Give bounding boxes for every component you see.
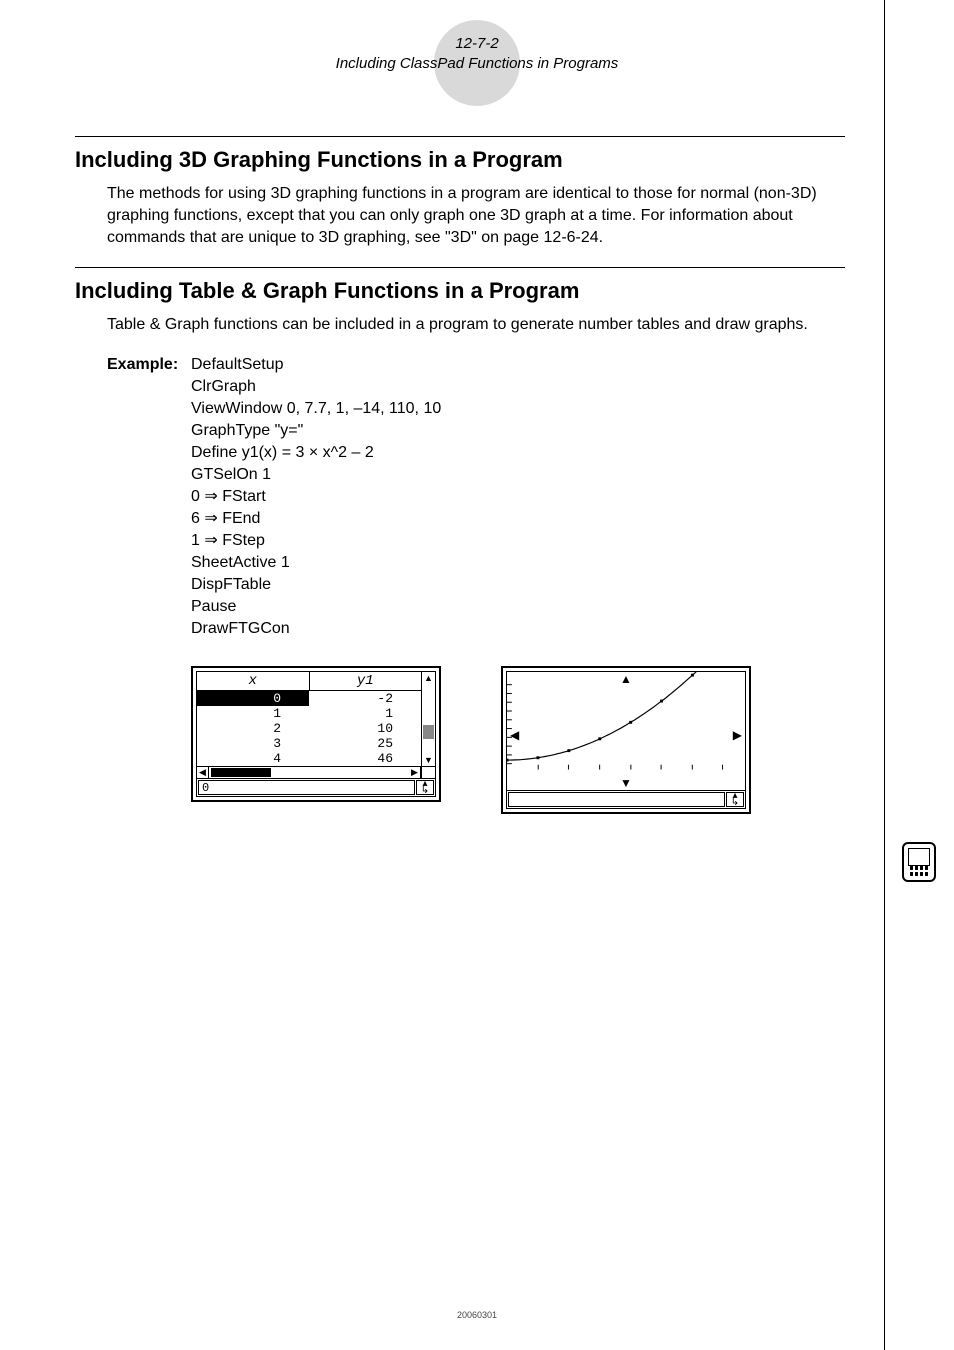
section-body-table-graph: Table & Graph functions can be included … — [107, 314, 845, 336]
page-right-rule — [884, 0, 885, 1350]
table-cell: 3 — [197, 736, 309, 751]
status-bar: ▴↳ — [507, 790, 745, 808]
code-line: SheetActive 1 — [191, 552, 441, 574]
status-value: 0 — [198, 780, 415, 795]
code-line: 6 ⇒ FEnd — [191, 508, 441, 530]
rule — [75, 136, 845, 137]
table-cell: 10 — [309, 721, 421, 736]
code-line: Define y1(x) = 3 × x^2 – 2 — [191, 442, 441, 464]
table-row: 4 46 — [197, 751, 421, 766]
graph-plot — [507, 672, 745, 787]
code-line: ClrGraph — [191, 376, 441, 398]
table-row: 3 25 — [197, 736, 421, 751]
table-row: 1 1 — [197, 706, 421, 721]
table-row: 2 10 — [197, 721, 421, 736]
table-cell: 25 — [309, 736, 421, 751]
table-cell: 4 — [197, 751, 309, 766]
scroll-right-icon: ▶ — [409, 767, 421, 778]
code-line: 0 ⇒ FStart — [191, 486, 441, 508]
code-line: Pause — [191, 596, 441, 618]
table-cell: 2 — [197, 721, 309, 736]
footer-code: 20060301 — [0, 1310, 954, 1320]
scroll-down-icon: ▼ — [422, 754, 435, 766]
scroll-thumb — [211, 768, 271, 777]
scroll-up-icon: ▲ — [422, 672, 435, 684]
figure-table-screenshot: x y1 0 -2 1 — [191, 666, 441, 814]
example-code: DefaultSetup ClrGraph ViewWindow 0, 7.7,… — [191, 354, 441, 640]
horizontal-scrollbar: ◀ ▶ — [197, 766, 435, 778]
code-line: DefaultSetup — [191, 354, 441, 376]
code-line: ViewWindow 0, 7.7, 1, –14, 110, 10 — [191, 398, 441, 420]
scroll-thumb — [423, 725, 434, 739]
example-label: Example: — [107, 354, 191, 640]
table-cell: 1 — [197, 706, 309, 721]
code-line: DispFTable — [191, 574, 441, 596]
table-cell: 46 — [309, 751, 421, 766]
section-body-3d: The methods for using 3D graphing functi… — [107, 183, 845, 249]
header-page-number: 12-7-2 — [0, 34, 954, 54]
figure-graph-screenshot: ▲ ▼ ◀ ▶ ▴↳ — [501, 666, 751, 814]
code-line: DrawFTGCon — [191, 618, 441, 640]
table-header-y1: y1 — [310, 672, 422, 690]
status-exec-icon: ▴↳ — [416, 780, 434, 795]
section-heading-3d: Including 3D Graphing Functions in a Pro… — [75, 147, 845, 173]
nav-up-icon: ▲ — [620, 674, 632, 684]
code-line: GTSelOn 1 — [191, 464, 441, 486]
nav-left-icon: ◀ — [510, 730, 519, 740]
nav-down-icon: ▼ — [620, 778, 632, 788]
table-row: 0 -2 — [197, 691, 421, 706]
calculator-icon — [902, 842, 936, 882]
status-value — [508, 792, 725, 807]
scroll-left-icon: ◀ — [197, 767, 209, 778]
code-line: GraphType "y=" — [191, 420, 441, 442]
page-header: 12-7-2 Including ClassPad Functions in P… — [0, 34, 954, 74]
table-cell: 0 — [197, 691, 309, 706]
table-header-x: x — [197, 672, 310, 690]
status-exec-icon: ▴↳ — [726, 792, 744, 807]
section-heading-table-graph: Including Table & Graph Functions in a P… — [75, 278, 845, 304]
code-line: 1 ⇒ FStep — [191, 530, 441, 552]
status-bar: 0 ▴↳ — [197, 778, 435, 796]
nav-right-icon: ▶ — [733, 730, 742, 740]
header-chapter-title: Including ClassPad Functions in Programs — [0, 54, 954, 74]
rule — [75, 267, 845, 268]
vertical-scrollbar: ▲ ▼ — [421, 672, 435, 766]
table-cell: 1 — [309, 706, 421, 721]
table-cell: -2 — [309, 691, 421, 706]
